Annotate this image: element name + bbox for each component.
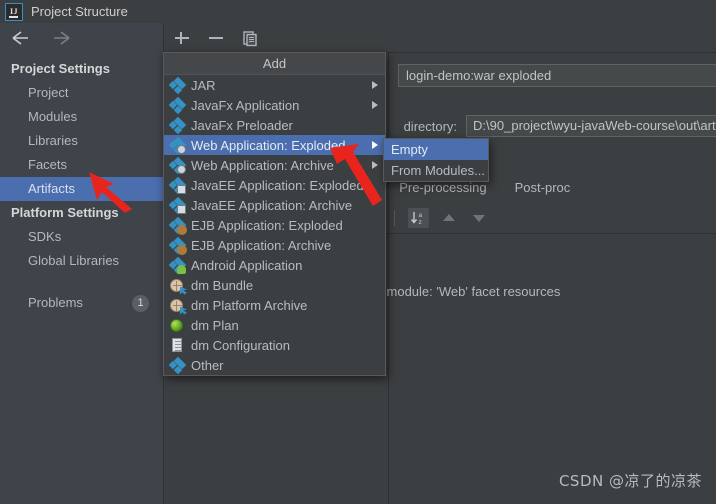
menu-item-label: Web Application: Archive bbox=[191, 157, 334, 173]
svg-text:a: a bbox=[419, 212, 423, 219]
submenu-item-label: From Modules... bbox=[391, 163, 485, 178]
menu-item-web-application-archive[interactable]: Web Application: Archive bbox=[164, 155, 385, 175]
menu-item-javaee-application-exploded[interactable]: JavaEE Application: Exploded bbox=[164, 175, 385, 195]
watermark-text: CSDN @凉了的凉茶 bbox=[558, 472, 702, 490]
menu-item-other[interactable]: Other bbox=[164, 355, 385, 375]
dm-configuration-icon bbox=[170, 337, 185, 353]
web-application-exploded-submenu: Empty From Modules... bbox=[383, 138, 489, 182]
sort-az-button[interactable]: a z bbox=[408, 208, 429, 228]
add-menu-title: Add bbox=[164, 53, 385, 75]
forward-arrow-icon[interactable] bbox=[50, 29, 72, 47]
artifacts-toolbar bbox=[164, 23, 716, 53]
panel-divider bbox=[329, 233, 716, 234]
intellij-idea-logo-icon: IJ bbox=[5, 2, 23, 21]
menu-item-label: EJB Application: Archive bbox=[191, 237, 332, 253]
javaee-exploded-icon bbox=[168, 176, 187, 194]
menu-item-web-application-exploded[interactable]: Web Application: Exploded bbox=[164, 135, 385, 155]
dm-bundle-icon bbox=[170, 278, 187, 295]
sidebar-item-global-libraries[interactable]: Global Libraries bbox=[0, 249, 163, 273]
javaee-archive-icon bbox=[168, 196, 187, 214]
move-down-button[interactable] bbox=[469, 208, 489, 228]
menu-item-javafx-preloader[interactable]: JavaFx Preloader bbox=[164, 115, 385, 135]
menu-item-label: dm Bundle bbox=[191, 277, 254, 293]
sidebar-item-modules[interactable]: Modules bbox=[0, 105, 163, 129]
window-title: Project Structure bbox=[31, 4, 128, 19]
menu-item-label: dm Platform Archive bbox=[191, 297, 308, 313]
group-header-project-settings: Project Settings bbox=[11, 61, 110, 76]
svg-text:z: z bbox=[419, 219, 422, 226]
move-up-button[interactable] bbox=[439, 208, 459, 228]
dm-plan-icon bbox=[170, 318, 185, 333]
settings-nav-list: Project Settings Project Modules Librari… bbox=[0, 53, 163, 315]
project-structure-window: IJ Project Structure Project Settings Pr… bbox=[0, 0, 716, 504]
sidebar-item-problems[interactable]: Problems 1 bbox=[0, 291, 163, 315]
menu-item-label: dm Plan bbox=[191, 317, 239, 333]
output-directory-row: directory: D:\90_project\wyu-javaWeb-cou… bbox=[342, 115, 716, 137]
remove-artifact-button[interactable] bbox=[206, 28, 226, 48]
menu-item-dm-platform-archive[interactable]: dm Platform Archive bbox=[164, 295, 385, 315]
web-app-archive-icon bbox=[168, 156, 187, 174]
menu-item-ejb-application-exploded[interactable]: EJB Application: Exploded bbox=[164, 215, 385, 235]
problems-count-badge: 1 bbox=[132, 294, 149, 312]
chevron-right-icon bbox=[372, 161, 378, 169]
output-directory-input[interactable]: D:\90_project\wyu-javaWeb-course\out\art… bbox=[466, 115, 716, 137]
chevron-right-icon bbox=[372, 81, 378, 89]
menu-item-label: Other bbox=[191, 357, 224, 373]
group-header-platform-settings: Platform Settings bbox=[11, 205, 119, 220]
sidebar-item-libraries[interactable]: Libraries bbox=[0, 129, 163, 153]
menu-item-javafx-application[interactable]: JavaFx Application bbox=[164, 95, 385, 115]
javafx-icon bbox=[168, 96, 187, 114]
submenu-item-empty[interactable]: Empty bbox=[384, 139, 488, 160]
menu-item-label: JavaFx Application bbox=[191, 97, 300, 113]
chevron-right-icon bbox=[372, 141, 378, 149]
artifact-detail-panel: login-demo:war exploded directory: D:\90… bbox=[319, 53, 716, 504]
javafx-preloader-icon bbox=[168, 116, 187, 134]
jar-icon bbox=[168, 76, 187, 94]
ejb-archive-icon bbox=[168, 236, 187, 255]
add-artifact-menu: Add JAR JavaFx Application JavaFx Preloa… bbox=[163, 52, 386, 376]
menu-item-jar[interactable]: JAR bbox=[164, 75, 385, 95]
menu-item-label: JavaEE Application: Archive bbox=[191, 197, 353, 213]
submenu-item-from-modules[interactable]: From Modules... bbox=[384, 160, 488, 181]
menu-item-javaee-application-archive[interactable]: JavaEE Application: Archive bbox=[164, 195, 385, 215]
chevron-right-icon bbox=[372, 101, 378, 109]
add-artifact-button[interactable] bbox=[172, 28, 192, 48]
web-app-exploded-icon bbox=[168, 136, 187, 154]
back-arrow-icon[interactable] bbox=[10, 29, 32, 47]
other-icon bbox=[168, 356, 187, 374]
ejb-exploded-icon bbox=[168, 216, 187, 235]
menu-item-label: EJB Application: Exploded bbox=[191, 217, 343, 233]
menu-item-dm-bundle[interactable]: dm Bundle bbox=[164, 275, 385, 295]
menu-item-label: JavaEE Application: Exploded bbox=[191, 177, 364, 193]
menu-item-dm-configuration[interactable]: dm Configuration bbox=[164, 335, 385, 355]
copy-artifact-button[interactable] bbox=[240, 28, 260, 48]
menu-item-label: JAR bbox=[191, 77, 216, 93]
sidebar-item-artifacts[interactable]: Artifacts bbox=[0, 177, 163, 201]
sidebar-item-project[interactable]: Project bbox=[0, 81, 163, 105]
navigation-arrows bbox=[0, 23, 163, 53]
sidebar-item-facets[interactable]: Facets bbox=[0, 153, 163, 177]
title-bar: IJ Project Structure bbox=[0, 0, 716, 24]
menu-item-dm-plan[interactable]: dm Plan bbox=[164, 315, 385, 335]
submenu-item-label: Empty bbox=[391, 142, 428, 157]
menu-item-label: dm Configuration bbox=[191, 337, 290, 353]
settings-sidebar: Project Settings Project Modules Librari… bbox=[0, 23, 164, 504]
dm-platform-archive-icon bbox=[170, 298, 187, 315]
tab-post-processing[interactable]: Post-proc bbox=[501, 177, 585, 200]
toolbar-divider bbox=[394, 210, 395, 226]
output-layout-toolbar: a z bbox=[331, 205, 716, 231]
artifact-name-input[interactable]: login-demo:war exploded bbox=[398, 64, 716, 87]
problems-label: Problems bbox=[28, 295, 83, 310]
sidebar-item-sdks[interactable]: SDKs bbox=[0, 225, 163, 249]
menu-item-label: Web Application: Exploded bbox=[191, 137, 346, 153]
menu-item-label: Android Application bbox=[191, 257, 303, 273]
menu-item-ejb-application-archive[interactable]: EJB Application: Archive bbox=[164, 235, 385, 255]
menu-item-label: JavaFx Preloader bbox=[191, 117, 293, 133]
menu-item-android-application[interactable]: Android Application bbox=[164, 255, 385, 275]
android-icon bbox=[168, 256, 187, 274]
